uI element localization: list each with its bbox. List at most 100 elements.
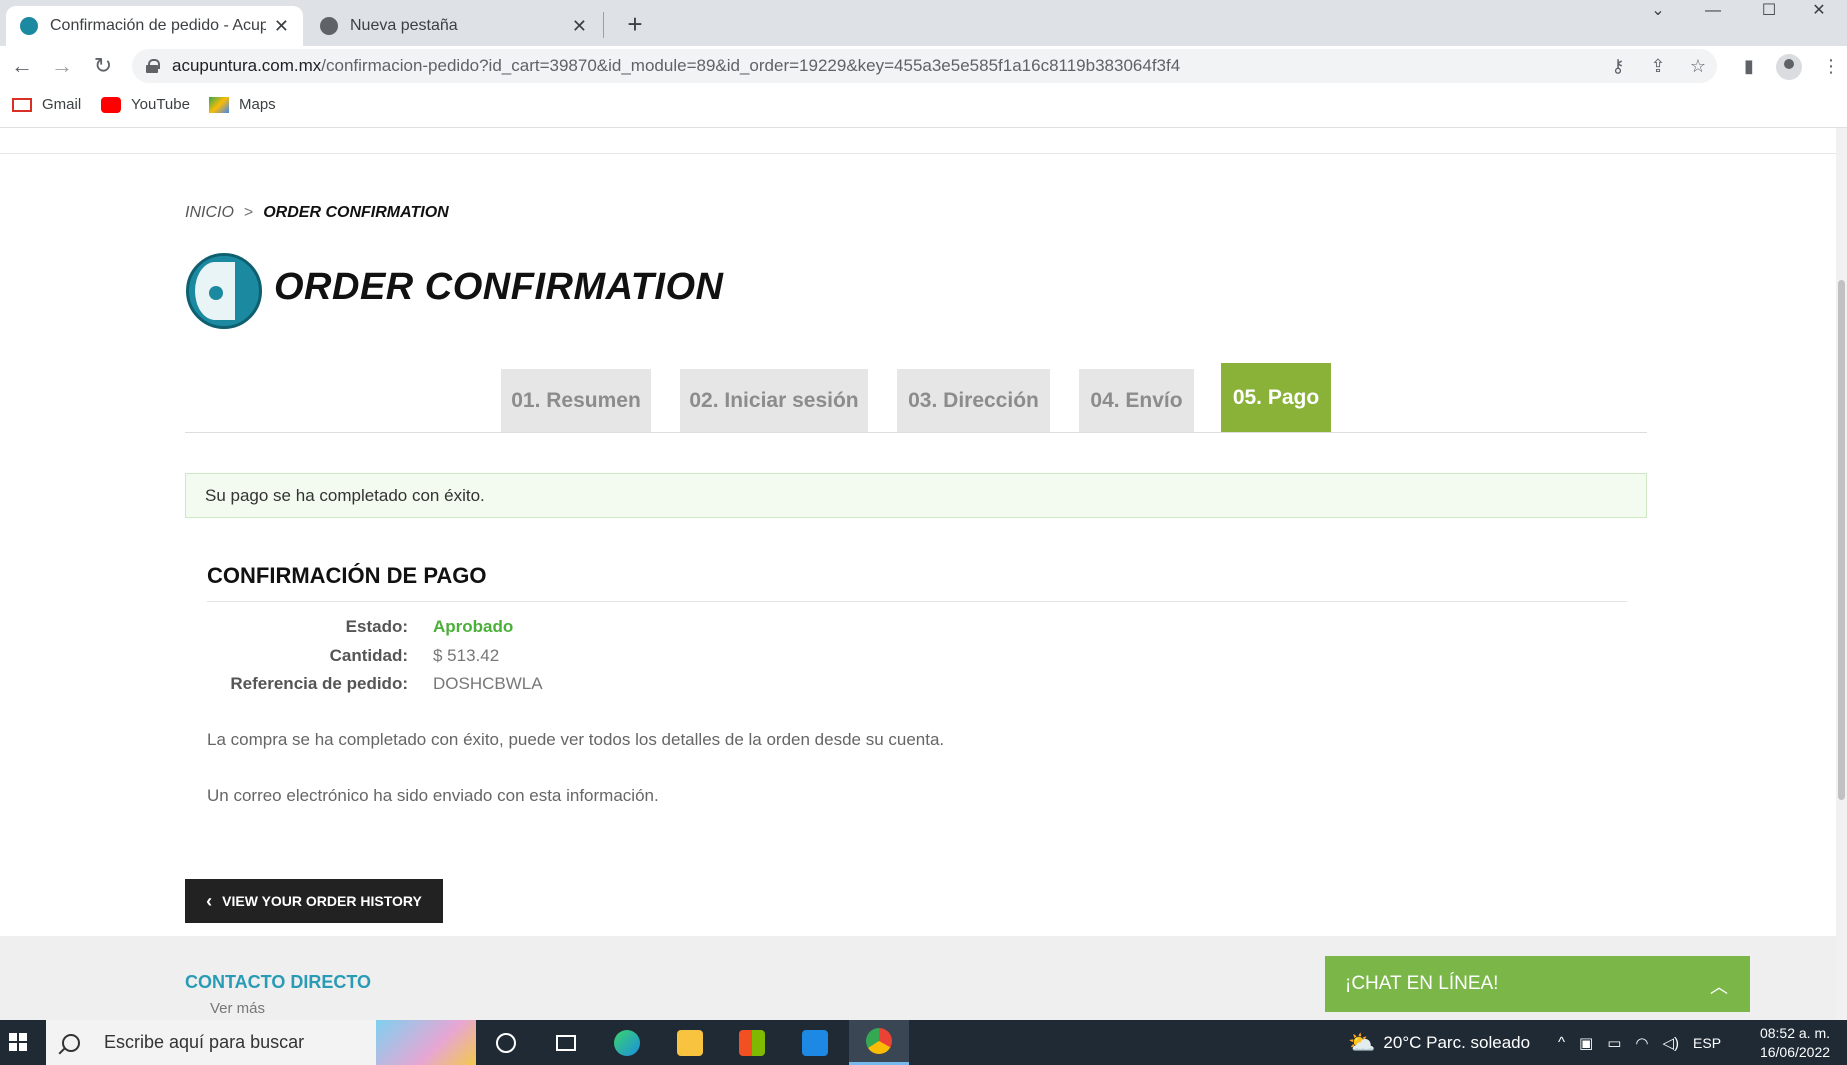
close-tab-icon[interactable]: ✕ [274,16,289,37]
step-envio[interactable]: 04. Envío [1079,369,1194,432]
browser-tabstrip: Confirmación de pedido - Acupuntura.com.… [0,0,1847,46]
mail-icon[interactable] [785,1020,845,1065]
clock-time: 08:52 a. m. [1759,1025,1831,1041]
back-arrow-icon[interactable]: ← [6,50,38,82]
chat-label: ¡CHAT EN LÍNEA! [1345,973,1499,994]
header-divider [0,153,1836,154]
reference-row: Referencia de pedido: DOSHCBWLA [207,674,1107,694]
success-alert: Su pago se ha completado con éxito. [185,473,1647,518]
side-panel-icon[interactable]: ▮ [1736,54,1762,80]
tab-title: Confirmación de pedido - Acupuntura.com.… [50,17,266,34]
chrome-taskbar-icon[interactable] [849,1020,909,1065]
tab-new-tab[interactable]: Nueva pestaña ✕ [306,6,601,46]
system-tray: ^ ▣ ▭ ◠ ◁) ESP [1558,1020,1721,1065]
forward-arrow-icon[interactable]: → [46,50,78,82]
new-tab-button[interactable]: + [618,8,652,42]
clock-date: 16/06/2022 [1759,1044,1831,1060]
key-icon[interactable]: ⚷ [1606,55,1630,79]
bookmark-maps[interactable]: Maps [209,96,276,113]
cortana-icon[interactable] [476,1020,536,1065]
tab-search-chevron-icon[interactable]: ⌄ [1630,0,1686,22]
confirmation-title: CONFIRMACIÓN DE PAGO [207,563,487,588]
step-direccion[interactable]: 03. Dirección [897,369,1050,432]
file-explorer-icon[interactable] [660,1020,720,1065]
task-view-icon[interactable] [536,1020,596,1065]
reload-icon[interactable]: ↻ [87,50,119,82]
bookmarks-bar: Gmail YouTube Maps [0,86,1847,128]
amount-value: $ 513.42 [433,646,500,665]
acupuntura-logo-icon [186,253,262,329]
windows-taskbar: Escribe aquí para buscar ⛅ 20°C Parc. so… [0,1020,1847,1065]
gmail-icon [12,97,32,112]
battery-icon[interactable]: ▭ [1607,1034,1621,1052]
status-label: Estado: [345,617,408,636]
breadcrumb: INICIO > ORDER CONFIRMATION [185,204,449,222]
page-viewport: INICIO > ORDER CONFIRMATION ORDER CONFIR… [0,128,1847,1020]
maps-icon [209,96,229,113]
microsoft-store-icon[interactable] [722,1020,782,1065]
taskbar-clock[interactable]: 08:52 a. m. 16/06/2022 [1750,1024,1840,1062]
status-row: Estado: Aprobado [207,617,1107,637]
tab-title: Nueva pestaña [350,17,458,34]
amount-row: Cantidad: $ 513.42 [207,646,1107,666]
chevron-up-icon[interactable]: ^ [1558,1034,1565,1051]
address-bar[interactable]: acupuntura.com.mx/confirmacion-pedido?id… [132,49,1717,83]
youtube-icon [101,96,121,113]
minimize-button[interactable]: — [1685,0,1741,22]
checkout-steps: 01. Resumen 02. Iniciar sesión 03. Direc… [185,363,1647,433]
menu-kebab-icon[interactable]: ⋮ [1818,54,1844,80]
bookmark-youtube[interactable]: YouTube [101,96,190,113]
breadcrumb-separator: > [243,204,254,221]
tab-order-confirmation[interactable]: Confirmación de pedido - Acupuntura.com.… [6,6,303,46]
scrollbar-thumb[interactable] [1838,280,1845,800]
language-indicator[interactable]: ESP [1693,1035,1721,1051]
footer-contact-title[interactable]: CONTACTO DIRECTO [185,972,371,993]
status-value: Aprobado [433,617,514,636]
amount-label: Cantidad: [329,646,408,665]
reference-label: Referencia de pedido: [230,674,408,693]
section-divider [207,601,1627,602]
tab-separator [603,12,604,38]
windows-start-icon[interactable] [0,1020,46,1065]
taskbar-search-placeholder: Escribe aquí para buscar [104,1032,305,1052]
search-highlight-image [376,1020,476,1065]
chat-widget[interactable]: ¡CHAT EN LÍNEA! ︿ [1325,956,1750,1012]
lock-icon[interactable] [146,59,160,73]
email-message: Un correo electrónico ha sido enviado co… [207,786,659,805]
step-pago[interactable]: 05. Pago [1221,363,1331,432]
wifi-icon[interactable]: ◠ [1635,1034,1648,1052]
bookmark-label: YouTube [131,96,190,113]
edge-icon[interactable] [597,1020,657,1065]
maximize-button[interactable]: ☐ [1741,0,1797,22]
page-scrollbar[interactable] [1836,128,1847,1020]
step-iniciar-sesion[interactable]: 02. Iniciar sesión [680,369,868,432]
browser-toolbar: ← → ↻ acupuntura.com.mx/confirmacion-ped… [0,46,1847,86]
breadcrumb-home-link[interactable]: INICIO [185,204,234,222]
step-resumen[interactable]: 01. Resumen [501,369,651,432]
bookmark-star-icon[interactable]: ☆ [1686,55,1710,79]
bookmark-label: Gmail [42,96,82,113]
view-order-history-label: VIEW YOUR ORDER HISTORY [222,893,422,909]
footer-more-link[interactable]: Ver más [210,1000,265,1017]
meet-now-icon[interactable]: ▣ [1579,1034,1593,1052]
view-order-history-button[interactable]: ‹ VIEW YOUR ORDER HISTORY [185,879,443,923]
chevron-left-icon: ‹ [206,890,213,911]
url-path: /confirmacion-pedido?id_cart=39870&id_mo… [321,56,1181,75]
weather-text: 20°C Parc. soleado [1383,1032,1531,1052]
weather-widget[interactable]: ⛅ 20°C Parc. soleado [1348,1020,1530,1065]
close-tab-icon[interactable]: ✕ [572,16,587,37]
url-host: acupuntura.com.mx [172,56,322,75]
cloud-sun-icon: ⛅ [1348,1029,1376,1055]
acupuntura-favicon-icon [20,17,38,35]
taskbar-search[interactable]: Escribe aquí para buscar [46,1020,476,1065]
close-window-button[interactable]: ✕ [1791,0,1847,22]
share-icon[interactable]: ⇪ [1646,55,1670,79]
search-icon [62,1033,80,1052]
bookmark-label: Maps [239,96,276,113]
bookmark-gmail[interactable]: Gmail [12,96,81,113]
breadcrumb-current: ORDER CONFIRMATION [263,204,449,221]
volume-icon[interactable]: ◁) [1663,1034,1680,1052]
profile-avatar[interactable] [1776,54,1802,80]
chevron-up-icon[interactable]: ︿ [1710,973,1728,999]
reference-value: DOSHCBWLA [433,674,543,693]
